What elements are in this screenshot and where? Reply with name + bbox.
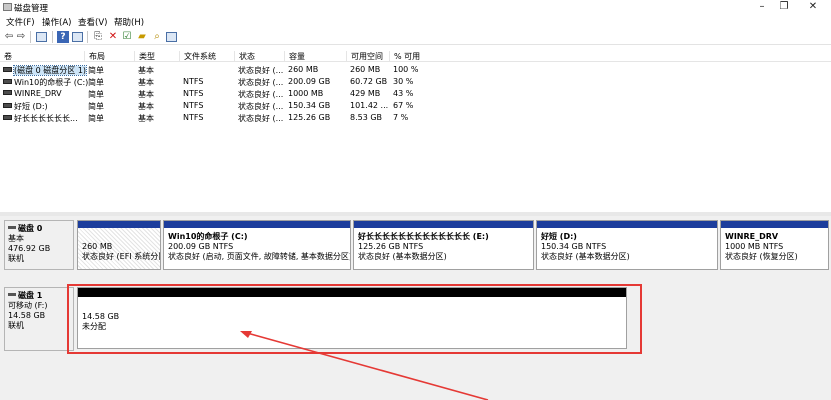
annotation-arrow: [240, 331, 489, 400]
arrow-shaft: [246, 332, 489, 400]
